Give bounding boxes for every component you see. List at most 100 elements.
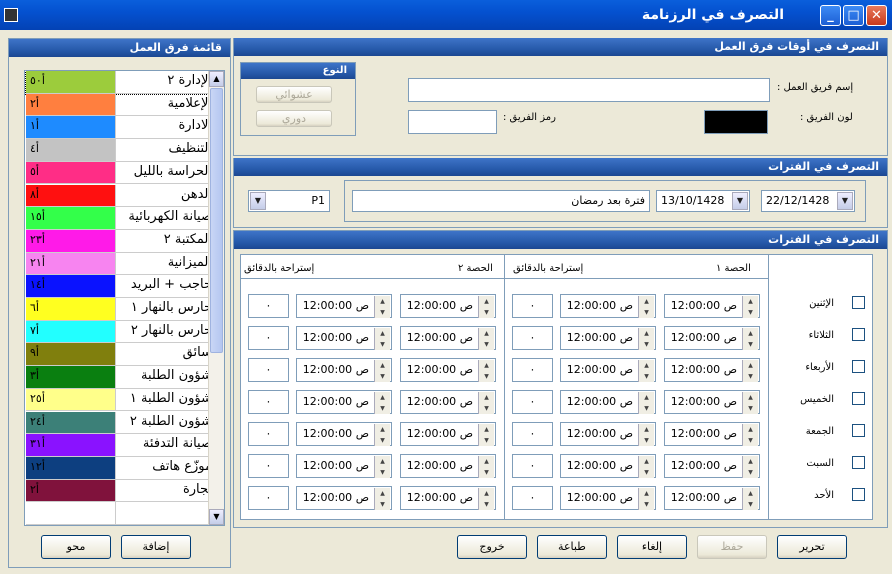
title-bar[interactable]: التصرف في الرزنامة _ □ ✕ bbox=[0, 0, 892, 30]
team-row-empty[interactable] bbox=[26, 502, 216, 525]
time-spinner[interactable]: ▲ ▼ bbox=[638, 296, 654, 318]
spin-down-icon[interactable]: ▼ bbox=[479, 435, 494, 446]
spin-down-icon[interactable]: ▼ bbox=[375, 371, 390, 382]
time-spinner[interactable]: ▲ ▼ bbox=[478, 424, 494, 446]
cancel-button[interactable]: إلغاء bbox=[617, 535, 687, 559]
spin-down-icon[interactable]: ▼ bbox=[639, 467, 654, 478]
time-spinner[interactable]: ▲ ▼ bbox=[374, 392, 390, 414]
time-input[interactable]: 12:00:00 ص ▲ ▼ bbox=[664, 486, 760, 510]
time-input[interactable]: 12:00:00 ص ▲ ▼ bbox=[400, 358, 496, 382]
spin-down-icon[interactable]: ▼ bbox=[639, 403, 654, 414]
time-spinner[interactable]: ▲ ▼ bbox=[742, 360, 758, 382]
maximize-button[interactable]: □ bbox=[843, 5, 864, 26]
spin-down-icon[interactable]: ▼ bbox=[639, 435, 654, 446]
time-spinner[interactable]: ▲ ▼ bbox=[742, 488, 758, 510]
spin-down-icon[interactable]: ▼ bbox=[375, 403, 390, 414]
spin-down-icon[interactable]: ▼ bbox=[743, 339, 758, 350]
time-spinner[interactable]: ▲ ▼ bbox=[374, 328, 390, 350]
add-team-button[interactable]: إضافة bbox=[121, 535, 191, 559]
exit-button[interactable]: خروج bbox=[457, 535, 527, 559]
spin-down-icon[interactable]: ▼ bbox=[375, 467, 390, 478]
time-input[interactable]: 12:00:00 ص ▲ ▼ bbox=[664, 358, 760, 382]
team-row[interactable]: أ٤ التنظيف bbox=[26, 139, 216, 162]
spin-down-icon[interactable]: ▼ bbox=[743, 467, 758, 478]
time-input[interactable]: 12:00:00 ص ▲ ▼ bbox=[664, 390, 760, 414]
spin-down-icon[interactable]: ▼ bbox=[479, 307, 494, 318]
time-input[interactable]: 12:00:00 ص ▲ ▼ bbox=[296, 358, 392, 382]
period-code-dropdown-icon[interactable]: ▼ bbox=[250, 192, 266, 210]
time-spinner[interactable]: ▲ ▼ bbox=[374, 296, 390, 318]
spin-up-icon[interactable]: ▲ bbox=[375, 392, 390, 403]
date-from-dropdown-icon[interactable]: ▼ bbox=[837, 192, 853, 210]
spin-up-icon[interactable]: ▲ bbox=[479, 360, 494, 371]
team-row[interactable]: أ٨ الدهن bbox=[26, 184, 216, 208]
time-input[interactable]: 12:00:00 ص ▲ ▼ bbox=[400, 294, 496, 318]
break-minutes-input[interactable]: ٠ bbox=[248, 326, 289, 350]
team-row[interactable]: أ٣١ صيانة التدفئة bbox=[26, 434, 216, 457]
spin-down-icon[interactable]: ▼ bbox=[479, 403, 494, 414]
time-input[interactable]: 12:00:00 ص ▲ ▼ bbox=[296, 454, 392, 478]
team-row[interactable]: أ١٥ صيانة الكهربائية bbox=[26, 207, 216, 230]
time-spinner[interactable]: ▲ ▼ bbox=[374, 456, 390, 478]
break-minutes-input[interactable]: ٠ bbox=[512, 486, 553, 510]
break-minutes-input[interactable]: ٠ bbox=[248, 422, 289, 446]
team-row[interactable]: أ٢٥ شؤون الطلبة ١ bbox=[26, 388, 216, 412]
spin-up-icon[interactable]: ▲ bbox=[743, 488, 758, 499]
spin-up-icon[interactable]: ▲ bbox=[479, 328, 494, 339]
period-code-select[interactable]: P1 ▼ bbox=[248, 190, 330, 212]
spin-down-icon[interactable]: ▼ bbox=[639, 339, 654, 350]
spin-down-icon[interactable]: ▼ bbox=[743, 435, 758, 446]
time-input[interactable]: 12:00:00 ص ▲ ▼ bbox=[400, 422, 496, 446]
time-input[interactable]: 12:00:00 ص ▲ ▼ bbox=[400, 326, 496, 350]
time-input[interactable]: 12:00:00 ص ▲ ▼ bbox=[664, 454, 760, 478]
team-row[interactable]: أ٢ الإعلامية bbox=[26, 93, 216, 117]
time-spinner[interactable]: ▲ ▼ bbox=[478, 328, 494, 350]
time-spinner[interactable]: ▲ ▼ bbox=[478, 488, 494, 510]
delete-team-button[interactable]: محو bbox=[41, 535, 111, 559]
break-minutes-input[interactable]: ٠ bbox=[512, 422, 553, 446]
scroll-up-icon[interactable]: ▲ bbox=[209, 71, 224, 87]
spin-up-icon[interactable]: ▲ bbox=[479, 488, 494, 499]
team-row[interactable]: أ٢ نجارة bbox=[26, 479, 216, 503]
time-spinner[interactable]: ▲ ▼ bbox=[742, 424, 758, 446]
time-spinner[interactable]: ▲ ▼ bbox=[638, 456, 654, 478]
time-spinner[interactable]: ▲ ▼ bbox=[478, 360, 494, 382]
spin-down-icon[interactable]: ▼ bbox=[479, 339, 494, 350]
spin-up-icon[interactable]: ▲ bbox=[743, 296, 758, 307]
time-input[interactable]: 12:00:00 ص ▲ ▼ bbox=[296, 422, 392, 446]
day-checkbox[interactable] bbox=[852, 424, 865, 437]
team-row[interactable]: أ٣ شؤون الطلبة bbox=[26, 366, 216, 389]
day-checkbox[interactable] bbox=[852, 456, 865, 469]
spin-up-icon[interactable]: ▲ bbox=[479, 296, 494, 307]
spin-down-icon[interactable]: ▼ bbox=[479, 499, 494, 510]
spin-down-icon[interactable]: ▼ bbox=[479, 371, 494, 382]
team-color-picker[interactable] bbox=[704, 110, 768, 134]
team-row[interactable]: أ١ الادارة bbox=[26, 116, 216, 140]
team-row[interactable]: أ٩ سائق bbox=[26, 343, 216, 367]
edit-button[interactable]: تحرير bbox=[777, 535, 847, 559]
break-minutes-input[interactable]: ٠ bbox=[248, 294, 289, 318]
time-spinner[interactable]: ▲ ▼ bbox=[638, 328, 654, 350]
time-spinner[interactable]: ▲ ▼ bbox=[742, 456, 758, 478]
spin-down-icon[interactable]: ▼ bbox=[743, 307, 758, 318]
break-minutes-input[interactable]: ٠ bbox=[512, 390, 553, 414]
spin-up-icon[interactable]: ▲ bbox=[743, 456, 758, 467]
team-row[interactable]: أ٥٠ الإدارة ٢ bbox=[25, 71, 217, 95]
time-spinner[interactable]: ▲ ▼ bbox=[742, 296, 758, 318]
teams-list-scrollbar[interactable]: ▲ ▼ bbox=[208, 71, 224, 525]
time-input[interactable]: 12:00:00 ص ▲ ▼ bbox=[560, 390, 656, 414]
teams-list[interactable]: أ٥٠ الإدارة ٢ أ٢ الإعلامية أ١ الادارة أ٤ التنظي… bbox=[24, 70, 225, 526]
spin-up-icon[interactable]: ▲ bbox=[639, 488, 654, 499]
team-row[interactable]: أ١٢ موزّع هاتف bbox=[26, 456, 216, 480]
team-code-input[interactable] bbox=[408, 110, 497, 134]
day-checkbox[interactable] bbox=[852, 392, 865, 405]
periodic-type-button[interactable]: دوري bbox=[256, 110, 332, 127]
team-row[interactable]: أ١٤ حاجب + البريد bbox=[26, 275, 216, 298]
team-row[interactable]: أ٧ حارس بالنهار ٢ bbox=[26, 320, 216, 344]
spin-up-icon[interactable]: ▲ bbox=[743, 424, 758, 435]
spin-down-icon[interactable]: ▼ bbox=[639, 499, 654, 510]
spin-up-icon[interactable]: ▲ bbox=[479, 456, 494, 467]
spin-up-icon[interactable]: ▲ bbox=[479, 424, 494, 435]
spin-up-icon[interactable]: ▲ bbox=[375, 488, 390, 499]
spin-up-icon[interactable]: ▲ bbox=[375, 424, 390, 435]
